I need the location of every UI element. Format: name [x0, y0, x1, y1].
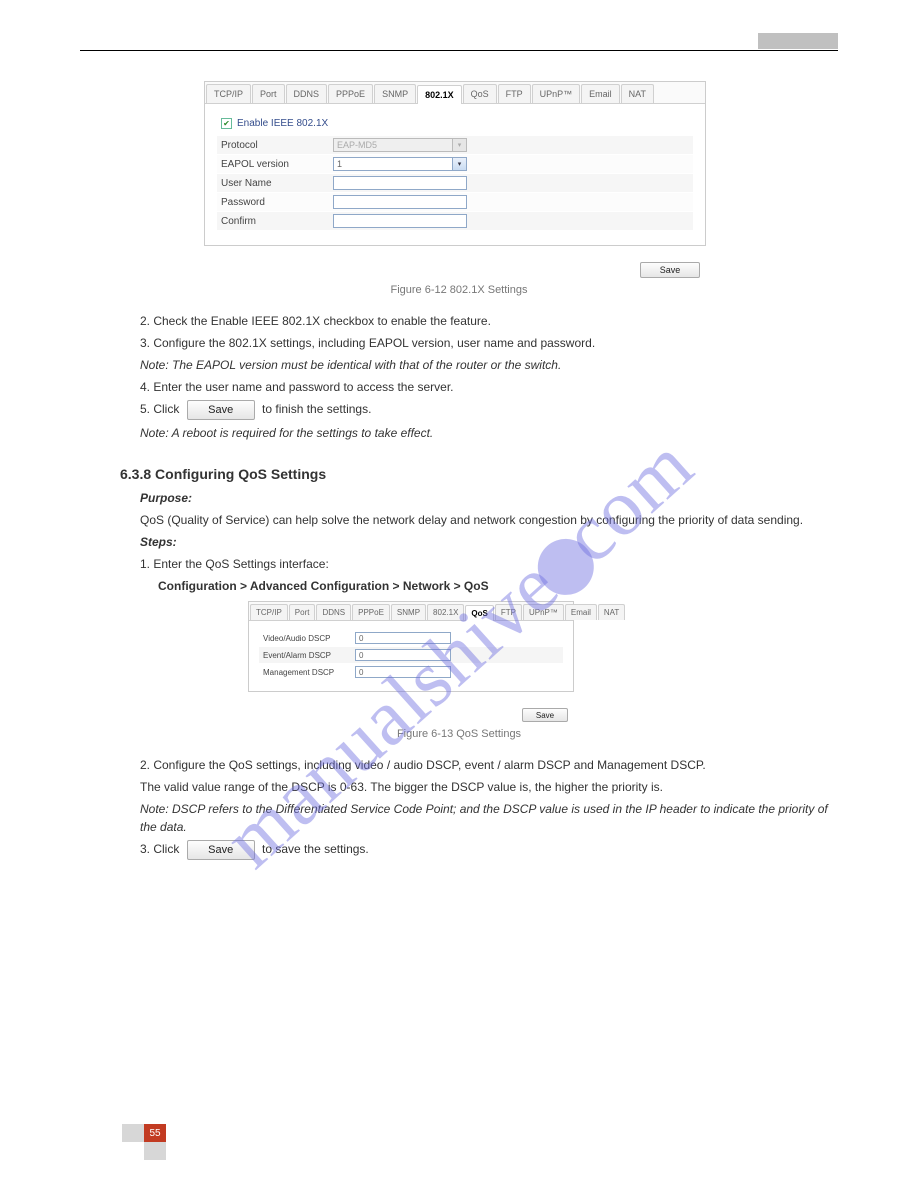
label-event-dscp: Event/Alarm DSCP — [263, 651, 355, 660]
tab-pppoe[interactable]: PPPoE — [352, 604, 390, 620]
input-mgmt-dscp[interactable] — [355, 666, 451, 678]
qos-heading: 6.3.8 Configuring QoS Settings — [120, 464, 838, 485]
select-protocol[interactable] — [333, 138, 453, 152]
step-a-note2: Note: A reboot is required for the setti… — [140, 424, 838, 442]
select-eapol[interactable] — [333, 157, 453, 171]
tab-ddns[interactable]: DDNS — [316, 604, 351, 620]
qos-purpose-label: Purpose: — [140, 489, 838, 507]
step-a-3: 3. Configure the 802.1X settings, includ… — [140, 334, 838, 352]
tab-ftp[interactable]: FTP — [495, 604, 522, 620]
tab-tcpip[interactable]: TCP/IP — [250, 604, 288, 620]
save-button-inline[interactable]: Save — [187, 400, 255, 420]
tab-snmp[interactable]: SNMP — [391, 604, 426, 620]
qos-step1: 1. Enter the QoS Settings interface: — [140, 555, 838, 573]
tab-tcpip[interactable]: TCP/IP — [206, 84, 251, 103]
tabs-qos: TCP/IP Port DDNS PPPoE SNMP 802.1X QoS F… — [249, 602, 573, 621]
tab-ddns[interactable]: DDNS — [286, 84, 328, 103]
tab-snmp[interactable]: SNMP — [374, 84, 416, 103]
row-eapol: EAPOL version ▾ — [217, 155, 693, 173]
step-a-5-post: to finish the settings. — [262, 402, 371, 416]
label-username: User Name — [221, 178, 333, 189]
step-b-note: Note: DSCP refers to the Differentiated … — [140, 800, 838, 836]
row-username: User Name — [217, 174, 693, 192]
tab-port[interactable]: Port — [289, 604, 316, 620]
step-b-valid: The valid value range of the DSCP is 0-6… — [140, 778, 838, 796]
save-button-inline[interactable]: Save — [187, 840, 255, 860]
input-confirm[interactable] — [333, 214, 467, 228]
tab-ftp[interactable]: FTP — [498, 84, 531, 103]
label-protocol: Protocol — [221, 140, 333, 151]
step-a-4: 4. Enter the user name and password to a… — [140, 378, 838, 396]
tab-port[interactable]: Port — [252, 84, 285, 103]
row-password: Password — [217, 193, 693, 211]
page-root: TCP/IP Port DDNS PPPoE SNMP 802.1X QoS F… — [0, 0, 918, 860]
step-b-3: 3. Click Save to save the settings. — [140, 840, 838, 860]
tab-email[interactable]: Email — [565, 604, 597, 620]
qos-steps-label: Steps: — [140, 533, 838, 551]
label-mgmt-dscp: Management DSCP — [263, 668, 355, 677]
page-number: 55 — [144, 1124, 166, 1142]
step-a-2: 2. Check the Enable IEEE 802.1X checkbox… — [140, 312, 838, 330]
footer-cell — [122, 1124, 144, 1142]
save-row-8021x: Save — [204, 256, 706, 278]
header-rule — [80, 50, 838, 51]
row-protocol: Protocol ▾ — [217, 136, 693, 154]
save-button[interactable]: Save — [640, 262, 700, 278]
footer-cell — [144, 1142, 166, 1160]
step-a-5-pre: 5. Click — [140, 402, 179, 416]
save-button[interactable]: Save — [522, 708, 568, 722]
tabs-8021x: TCP/IP Port DDNS PPPoE SNMP 802.1X QoS F… — [205, 82, 705, 104]
qos-purpose: QoS (Quality of Service) can help solve … — [140, 511, 838, 529]
step-b-2: 2. Configure the QoS settings, including… — [140, 756, 838, 774]
tab-pppoe[interactable]: PPPoE — [328, 84, 373, 103]
tab-8021x[interactable]: 802.1X — [427, 604, 464, 620]
tab-upnp[interactable]: UPnP™ — [523, 604, 564, 620]
row-video-dscp: Video/Audio DSCP — [259, 630, 563, 646]
step-a-5: 5. Click Save to finish the settings. — [140, 400, 838, 420]
header-chip — [758, 33, 838, 49]
tab-nat[interactable]: NAT — [621, 84, 654, 103]
caption-8021x: Figure 6-12 802.1X Settings — [80, 284, 838, 296]
screenshot-qos: TCP/IP Port DDNS PPPoE SNMP 802.1X QoS F… — [248, 601, 574, 692]
step-b-3-post: to save the settings. — [262, 842, 369, 856]
row-event-dscp: Event/Alarm DSCP — [259, 647, 563, 663]
tab-qos[interactable]: QoS — [465, 605, 493, 621]
enable-8021x-checkbox[interactable]: ✔ — [221, 118, 232, 129]
input-username[interactable] — [333, 176, 467, 190]
input-event-dscp[interactable] — [355, 649, 451, 661]
input-password[interactable] — [333, 195, 467, 209]
tab-nat[interactable]: NAT — [598, 604, 625, 620]
step-b-3-pre: 3. Click — [140, 842, 179, 856]
screenshot-8021x: TCP/IP Port DDNS PPPoE SNMP 802.1X QoS F… — [204, 81, 706, 246]
enable-8021x-label: Enable IEEE 802.1X — [237, 118, 328, 129]
panel-qos: Video/Audio DSCP Event/Alarm DSCP Manage… — [249, 621, 573, 691]
save-row-qos: Save — [248, 702, 574, 722]
tab-8021x[interactable]: 802.1X — [417, 85, 462, 104]
panel-8021x: ✔ Enable IEEE 802.1X Protocol ▾ EAPOL ve… — [205, 104, 705, 245]
caption-qos: Figure 6-13 QoS Settings — [80, 728, 838, 740]
chevron-down-icon[interactable]: ▾ — [453, 138, 467, 152]
chevron-down-icon[interactable]: ▾ — [453, 157, 467, 171]
label-video-dscp: Video/Audio DSCP — [263, 634, 355, 643]
row-mgmt-dscp: Management DSCP — [259, 664, 563, 680]
tab-qos[interactable]: QoS — [463, 84, 497, 103]
label-password: Password — [221, 197, 333, 208]
input-video-dscp[interactable] — [355, 632, 451, 644]
page-footer: 55 — [122, 1124, 166, 1160]
enable-8021x-row: ✔ Enable IEEE 802.1X — [217, 114, 693, 135]
tab-upnp[interactable]: UPnP™ — [532, 84, 581, 103]
row-confirm: Confirm — [217, 212, 693, 230]
qos-path: Configuration > Advanced Configuration >… — [158, 577, 838, 595]
tab-email[interactable]: Email — [581, 84, 620, 103]
step-a-note: Note: The EAPOL version must be identica… — [140, 356, 838, 374]
label-eapol: EAPOL version — [221, 159, 333, 170]
label-confirm: Confirm — [221, 216, 333, 227]
